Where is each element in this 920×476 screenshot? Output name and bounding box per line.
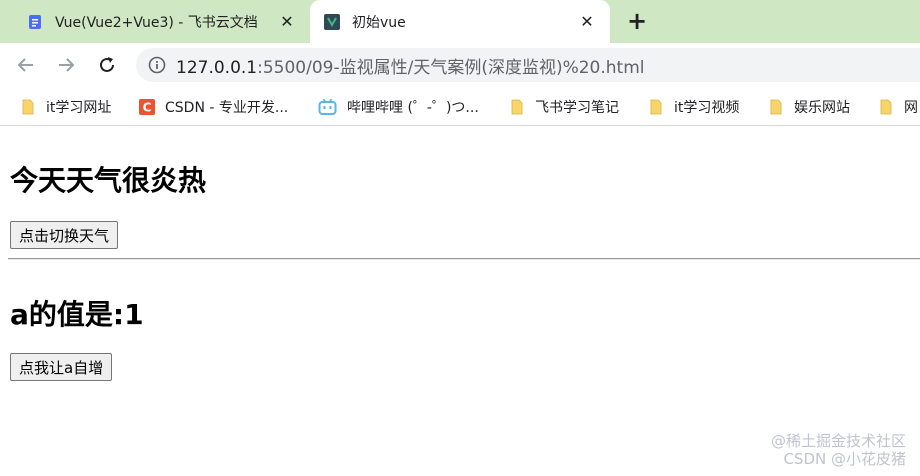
bilibili-icon	[318, 99, 337, 115]
vue-page-icon	[324, 13, 340, 30]
a-value-heading: a的值是:1	[10, 298, 144, 331]
bookmark-csdn[interactable]: C CSDN - 专业开发...	[139, 96, 288, 118]
watermark: @稀土掘金技术社区 CSDN @小花皮猪	[771, 432, 906, 468]
bookmark-label: 网	[904, 100, 918, 116]
doc-icon	[29, 14, 41, 29]
bookmark-feishu-notes[interactable]: 飞书学习笔记	[509, 96, 619, 118]
browser-toolbar: 127.0.0.1:5500/09-监视属性/天气案例(深度监视)%20.htm…	[0, 43, 920, 88]
bookmark-label: 哔哩哔哩 (゜-゜)つ...	[347, 100, 479, 116]
tab-feishu-doc[interactable]: Vue(Vue2+Vue3) - 飞书云文档 ✕	[0, 0, 310, 43]
tab-strip: Vue(Vue2+Vue3) - 飞书云文档 ✕ 初始vue ✕ +	[0, 0, 920, 43]
back-arrow-icon[interactable]	[12, 51, 40, 79]
new-tab-plus-icon[interactable]: +	[622, 6, 652, 36]
bookmark-entertainment[interactable]: 娱乐网站	[768, 96, 850, 118]
folder-icon	[770, 99, 782, 115]
bookmark-label: 飞书学习笔记	[535, 100, 619, 116]
address-bar[interactable]: 127.0.0.1:5500/09-监视属性/天气案例(深度监视)%20.htm…	[136, 48, 920, 82]
bookmark-it-study-sites[interactable]: it学习网址	[20, 96, 111, 118]
svg-text:C: C	[143, 101, 152, 115]
folder-icon	[22, 99, 34, 115]
bookmark-label: it学习视频	[674, 100, 740, 116]
bookmark-it-videos[interactable]: it学习视频	[648, 96, 739, 118]
tab-title: 初始vue	[352, 14, 406, 31]
url-path: :5500/09-监视属性/天气案例(深度监视)%20.html	[257, 57, 645, 78]
url-host: 127.0.0.1	[176, 57, 258, 78]
folder-icon	[511, 99, 523, 115]
csdn-icon: C	[139, 99, 155, 115]
tab-vue[interactable]: 初始vue ✕	[310, 0, 610, 43]
bookmark-label: CSDN - 专业开发...	[165, 100, 289, 116]
switch-weather-button[interactable]: 点击切换天气	[10, 221, 119, 249]
divider	[8, 258, 920, 260]
close-tab-icon[interactable]: ✕	[576, 11, 598, 33]
bookmarks-bar: it学习网址 C CSDN - 专业开发... 哔哩哔哩 (゜-゜)つ... 飞…	[0, 88, 920, 126]
increment-a-button[interactable]: 点我让a自增	[10, 353, 113, 381]
tab-title: Vue(Vue2+Vue3) - 飞书云文档	[55, 14, 258, 31]
reload-icon[interactable]	[93, 51, 121, 79]
folder-icon	[880, 99, 892, 115]
site-info-icon[interactable]	[148, 56, 166, 74]
bookmark-label: 娱乐网站	[794, 100, 850, 116]
page-content: 今天天气很炎热 点击切换天气 a的值是:1 点我让a自增	[0, 127, 920, 476]
weather-heading: 今天天气很炎热	[10, 164, 207, 197]
url-text: 127.0.0.1:5500/09-监视属性/天气案例(深度监视)%20.htm…	[176, 53, 645, 78]
bookmark-label: it学习网址	[46, 100, 112, 116]
bookmark-bilibili[interactable]: 哔哩哔哩 (゜-゜)つ...	[318, 96, 479, 118]
watermark-juejin: @稀土掘金技术社区	[770, 432, 906, 450]
bookmark-truncated[interactable]: 网	[878, 96, 920, 118]
watermark-csdn: CSDN @小花皮猪	[783, 450, 906, 468]
close-tab-icon[interactable]: ✕	[276, 11, 298, 33]
forward-arrow-icon[interactable]	[52, 51, 80, 79]
folder-icon	[650, 99, 662, 115]
